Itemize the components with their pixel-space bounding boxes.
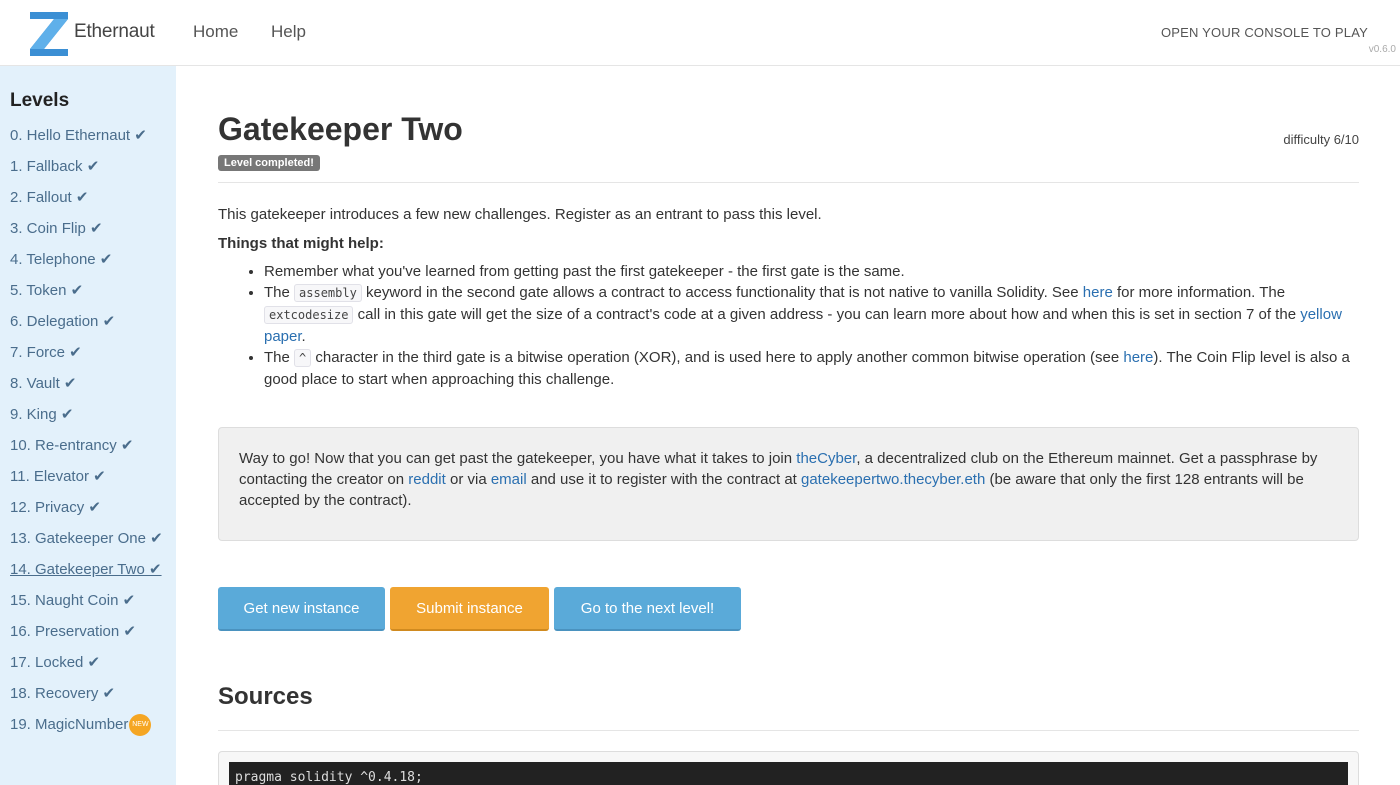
- level-item-19-label: 19. MagicNumber: [10, 716, 129, 733]
- tip-item: The assembly keyword in the second gate …: [264, 282, 1359, 347]
- completion-message: Way to go! Now that you can get past the…: [218, 427, 1359, 541]
- level-item-2[interactable]: 2. Fallout ✔: [10, 182, 176, 213]
- here-link[interactable]: here: [1123, 349, 1153, 366]
- email-link[interactable]: email: [491, 471, 527, 488]
- level-item-19[interactable]: 19. MagicNumber NEW: [10, 709, 176, 740]
- title-divider: [218, 182, 1359, 183]
- get-new-instance-button[interactable]: Get new instance: [218, 587, 385, 631]
- level-title: Gatekeeper Two: [218, 111, 463, 147]
- top-navbar: Ethernaut Home Help OPEN YOUR CONSOLE TO…: [0, 0, 1400, 66]
- level-item-3[interactable]: 3. Coin Flip ✔: [10, 213, 176, 244]
- level-description: This gatekeeper introduces a few new cha…: [218, 206, 822, 223]
- brand-name[interactable]: Ethernaut: [74, 21, 155, 43]
- level-list: 0. Hello Ethernaut ✔ 1. Fallback ✔ 2. Fa…: [10, 120, 176, 740]
- next-level-button[interactable]: Go to the next level!: [554, 587, 741, 631]
- difficulty-label: difficulty 6/10: [1283, 132, 1359, 147]
- level-item-1[interactable]: 1. Fallback ✔: [10, 151, 176, 182]
- level-item-8[interactable]: 8. Vault ✔: [10, 368, 176, 399]
- reddit-link[interactable]: reddit: [408, 471, 446, 488]
- ethernaut-logo-icon[interactable]: [30, 12, 70, 56]
- level-item-9[interactable]: 9. King ✔: [10, 399, 176, 430]
- inline-code: assembly: [294, 284, 362, 302]
- level-item-15[interactable]: 15. Naught Coin ✔: [10, 585, 176, 616]
- level-item-16[interactable]: 16. Preservation ✔: [10, 616, 176, 647]
- level-item-14-current[interactable]: 14. Gatekeeper Two ✔: [10, 554, 168, 585]
- level-item-0[interactable]: 0. Hello Ethernaut ✔: [10, 120, 176, 151]
- inline-code: ^: [294, 349, 312, 367]
- level-item-6[interactable]: 6. Delegation ✔: [10, 306, 176, 337]
- console-hint: OPEN YOUR CONSOLE TO PLAY: [1160, 25, 1368, 40]
- tip-item: The ^ character in the third gate is a b…: [264, 347, 1359, 390]
- level-item-4[interactable]: 4. Telephone ✔: [10, 244, 176, 275]
- level-item-5[interactable]: 5. Token ✔: [10, 275, 176, 306]
- here-link[interactable]: here: [1083, 284, 1113, 301]
- thecyber-link[interactable]: theCyber: [796, 450, 856, 467]
- tips-list: Remember what you've learned from gettin…: [264, 261, 1359, 390]
- level-item-7[interactable]: 7. Force ✔: [10, 337, 176, 368]
- sources-heading: Sources: [218, 683, 313, 710]
- ens-link[interactable]: gatekeepertwo.thecyber.eth: [801, 471, 985, 488]
- level-item-11[interactable]: 11. Elevator ✔: [10, 461, 176, 492]
- sources-divider: [218, 730, 1359, 731]
- helps-heading: Things that might help:: [218, 235, 384, 252]
- level-item-13[interactable]: 13. Gatekeeper One ✔: [10, 523, 168, 554]
- nav-home-link[interactable]: Home: [193, 22, 238, 42]
- source-code-block[interactable]: pragma solidity ^0.4.18;: [218, 751, 1359, 785]
- level-item-12[interactable]: 12. Privacy ✔: [10, 492, 176, 523]
- submit-instance-button[interactable]: Submit instance: [390, 587, 549, 631]
- code-line: pragma solidity ^0.4.18;: [229, 762, 1348, 785]
- level-item-17[interactable]: 17. Locked ✔: [10, 647, 176, 678]
- new-badge: NEW: [129, 714, 152, 737]
- nav-help-link[interactable]: Help: [271, 22, 306, 42]
- levels-sidebar: Levels 0. Hello Ethernaut ✔ 1. Fallback …: [0, 66, 176, 785]
- version-label: v0.6.0: [1368, 44, 1396, 55]
- level-item-18[interactable]: 18. Recovery ✔: [10, 678, 176, 709]
- status-badge: Level completed!: [218, 155, 320, 171]
- sidebar-title: Levels: [10, 90, 70, 111]
- inline-code: extcodesize: [264, 306, 354, 324]
- level-item-10[interactable]: 10. Re-entrancy ✔: [10, 430, 176, 461]
- tip-item: Remember what you've learned from gettin…: [264, 261, 1359, 282]
